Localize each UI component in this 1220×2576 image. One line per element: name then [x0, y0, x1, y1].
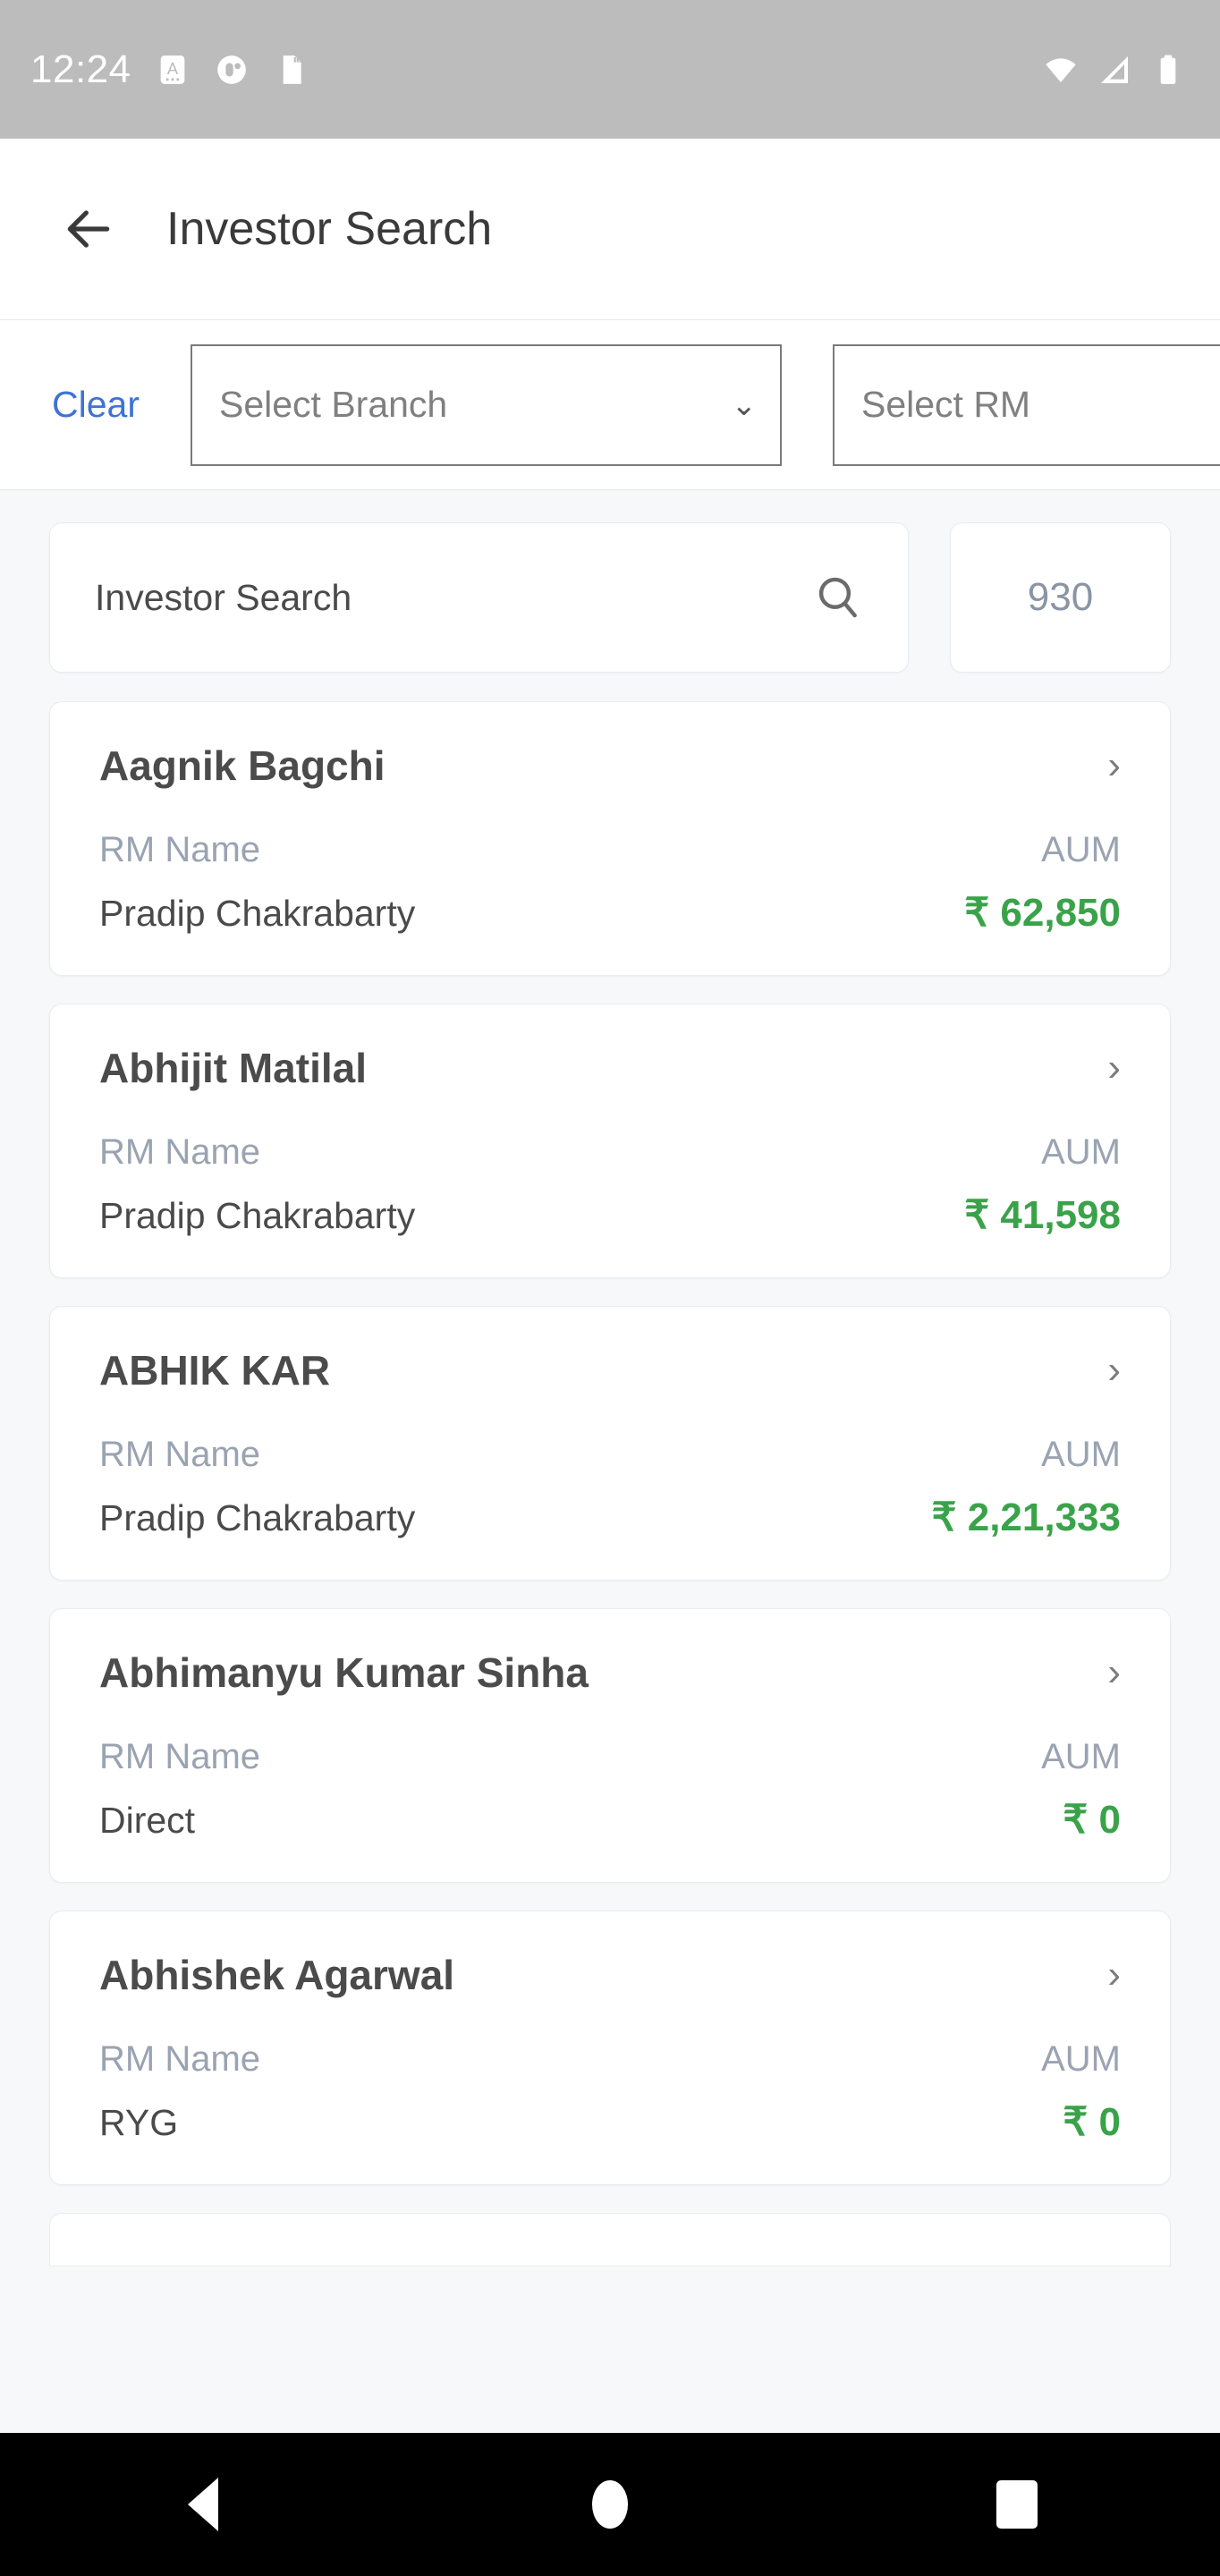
- chevron-right-icon[interactable]: ›: [1107, 1351, 1121, 1390]
- status-bar: 12:24 A: [0, 0, 1220, 139]
- list-item-labels: RM Name AUM: [99, 2039, 1121, 2080]
- aum-value: ₹ 2,21,333: [931, 1496, 1122, 1539]
- page-title: Investor Search: [166, 203, 493, 255]
- aum-label: AUM: [1041, 830, 1121, 869]
- circle-home-icon: [591, 2480, 628, 2529]
- rm-name-value: Pradip Chakrabarty: [99, 1497, 416, 1538]
- status-bar-clock: 12:24: [30, 47, 131, 91]
- investor-name: Abhishek Agarwal: [99, 1952, 455, 1998]
- list-item-header: Aagnik Bagchi ›: [99, 741, 1121, 790]
- list-item-partial[interactable]: [49, 2213, 1171, 2267]
- wifi-icon: [1046, 57, 1076, 82]
- list-item-header: Abhishek Agarwal ›: [99, 1951, 1121, 1999]
- list-item-values: RYG ₹ 0: [99, 2099, 1121, 2145]
- aum-label: AUM: [1041, 2039, 1121, 2079]
- font-size-app-icon: A: [160, 55, 184, 84]
- aum-value: ₹ 41,598: [964, 1193, 1121, 1237]
- phone-screen: 12:24 A Investor Search Clear Select Bra…: [0, 0, 1220, 2576]
- list-item[interactable]: ABHIK KAR › RM Name AUM Pradip Chakrabarty ₹ …: [49, 1306, 1171, 1580]
- aum-value: ₹ 0: [1063, 2100, 1121, 2144]
- battery-icon: [1160, 55, 1176, 84]
- status-bar-left: 12:24 A: [30, 47, 309, 92]
- circle-app-icon: [216, 55, 246, 84]
- chevron-right-icon[interactable]: ›: [1107, 1955, 1121, 1995]
- rm-name-value: Pradip Chakrabarty: [99, 893, 416, 934]
- clear-filters-link[interactable]: Clear: [52, 384, 140, 426]
- investor-name: Abhimanyu Kumar Sinha: [99, 1649, 589, 1696]
- rm-select-value: Select RM: [860, 384, 1031, 425]
- list-item-header: Abhimanyu Kumar Sinha ›: [99, 1648, 1121, 1697]
- list-item[interactable]: Abhijit Matilal › RM Name AUM Pradip Chakrab…: [49, 1004, 1171, 1278]
- aum-value: ₹ 0: [1063, 1798, 1121, 1842]
- rm-name-value: RYG: [99, 2102, 179, 2143]
- investor-name: Aagnik Bagchi: [99, 742, 385, 789]
- rm-name-value: Pradip Chakrabarty: [99, 1195, 416, 1236]
- branch-select-value: Select Branch: [218, 384, 448, 425]
- rm-name-label: RM Name: [99, 1132, 261, 1172]
- android-nav-bar: [0, 2433, 1220, 2576]
- branch-select[interactable]: Select Branch ⌄: [190, 343, 782, 466]
- arrow-left-icon: [67, 210, 110, 248]
- list-item[interactable]: Abhishek Agarwal › RM Name AUM RYG ₹ 0: [49, 1911, 1171, 2185]
- list-item-values: Pradip Chakrabarty ₹ 41,598: [99, 1192, 1121, 1238]
- chevron-right-icon[interactable]: ›: [1107, 746, 1121, 785]
- triangle-back-icon: [188, 2478, 219, 2531]
- investor-name: Abhijit Matilal: [99, 1045, 367, 1091]
- search-input[interactable]: Investor Search: [49, 522, 909, 673]
- result-count-value: 930: [1027, 575, 1094, 619]
- aum-label: AUM: [1041, 1132, 1121, 1172]
- investor-list: Aagnik Bagchi › RM Name AUM Pradip Chakrabar…: [49, 701, 1171, 2185]
- nav-home-button[interactable]: [407, 2480, 814, 2529]
- list-item-values: Pradip Chakrabarty ₹ 2,21,333: [99, 1495, 1121, 1540]
- square-recents-icon: [995, 2480, 1038, 2529]
- chevron-right-icon[interactable]: ›: [1107, 1653, 1121, 1692]
- nav-back-button[interactable]: [0, 2478, 407, 2531]
- chevron-right-icon[interactable]: ›: [1107, 1048, 1121, 1088]
- rm-name-label: RM Name: [99, 830, 261, 869]
- chevron-down-icon: ⌄: [731, 387, 757, 422]
- rm-name-label: RM Name: [99, 2039, 261, 2079]
- list-item-labels: RM Name AUM: [99, 1435, 1121, 1475]
- list-item[interactable]: Abhimanyu Kumar Sinha › RM Name AUM Direct ₹ …: [49, 1608, 1171, 1883]
- search-icon[interactable]: [813, 572, 863, 623]
- list-item-labels: RM Name AUM: [99, 830, 1121, 870]
- aum-value: ₹ 62,850: [964, 891, 1121, 935]
- aum-label: AUM: [1041, 1435, 1121, 1474]
- list-item-values: Pradip Chakrabarty ₹ 62,850: [99, 890, 1121, 936]
- list-item[interactable]: Aagnik Bagchi › RM Name AUM Pradip Chakrabar…: [49, 701, 1171, 976]
- content-area: Investor Search 930 Aagnik Bagchi › RM Nam…: [0, 490, 1220, 2267]
- search-row: Investor Search 930: [49, 522, 1171, 673]
- list-item-labels: RM Name AUM: [99, 1132, 1121, 1173]
- cellular-signal-icon: [1101, 55, 1128, 83]
- back-button[interactable]: [55, 196, 122, 262]
- filter-bar: Clear Select Branch ⌄ Select RM: [0, 320, 1220, 490]
- sd-card-icon: [283, 55, 301, 84]
- nav-recents-button[interactable]: [813, 2480, 1220, 2529]
- result-count-badge: 930: [950, 522, 1171, 673]
- svg-text:A: A: [166, 59, 178, 78]
- rm-name-label: RM Name: [99, 1435, 261, 1474]
- list-item-header: ABHIK KAR ›: [99, 1346, 1121, 1394]
- status-bar-right: [1043, 52, 1186, 88]
- rm-name-value: Direct: [99, 1800, 196, 1841]
- rm-name-label: RM Name: [99, 1737, 261, 1776]
- search-input-placeholder: Investor Search: [95, 576, 352, 618]
- list-item-labels: RM Name AUM: [99, 1737, 1121, 1777]
- app-bar: Investor Search: [0, 139, 1220, 320]
- aum-label: AUM: [1041, 1737, 1121, 1776]
- list-item-header: Abhijit Matilal ›: [99, 1044, 1121, 1092]
- investor-name: ABHIK KAR: [99, 1347, 331, 1394]
- list-item-values: Direct ₹ 0: [99, 1797, 1121, 1843]
- rm-select[interactable]: Select RM: [832, 343, 1220, 466]
